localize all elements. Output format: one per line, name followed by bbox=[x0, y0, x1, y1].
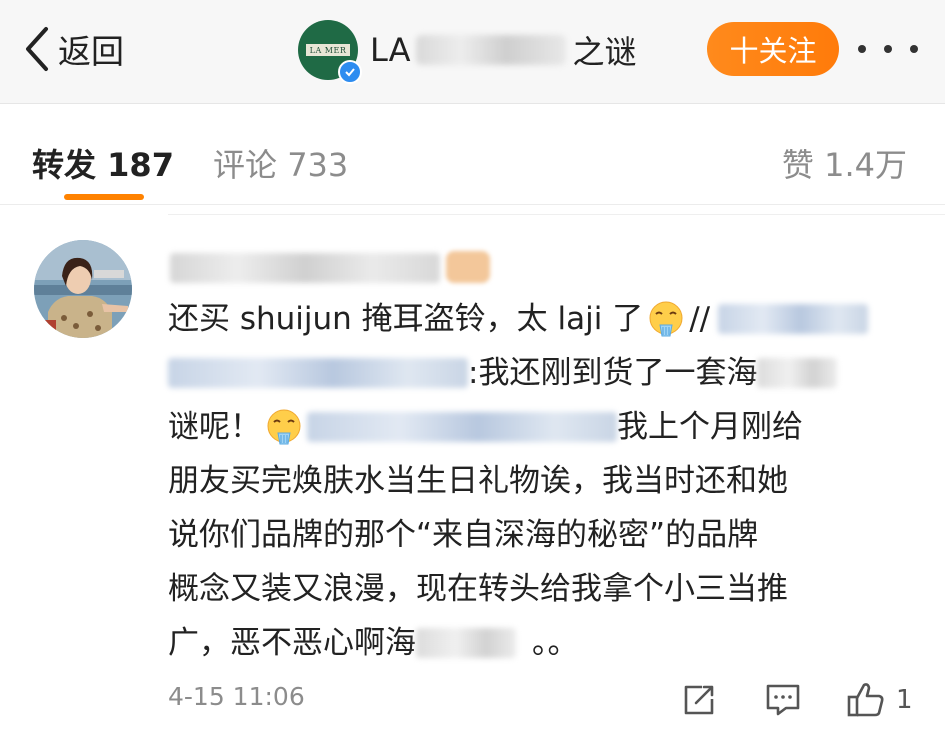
account-name-prefix: LA bbox=[370, 31, 411, 69]
comment-line-2: :我还刚到货了一套海 bbox=[468, 355, 758, 391]
thumbs-up-icon bbox=[847, 683, 884, 717]
top-navigation-bar: 返回 LA MER LA 之谜 十关注 bbox=[0, 0, 945, 104]
account-name-suffix: 之谜 bbox=[572, 33, 637, 71]
more-options-icon[interactable] bbox=[858, 32, 918, 66]
comment-line-3-start: 谜呢！ bbox=[168, 409, 261, 445]
active-tab-indicator bbox=[64, 194, 144, 200]
comment-timestamp: 4-15 11:06 bbox=[168, 682, 305, 711]
tab-comment-label: 评论 bbox=[213, 146, 278, 184]
repost-button[interactable] bbox=[682, 680, 718, 720]
like-button[interactable]: 1 bbox=[846, 680, 913, 720]
tab-repost-count: 187 bbox=[107, 146, 174, 184]
comment-icon bbox=[766, 684, 800, 716]
redacted-mention-blur[interactable] bbox=[718, 304, 869, 334]
brand-logo: LA MER bbox=[298, 20, 362, 84]
repost-separator: // bbox=[689, 301, 711, 337]
face-with-steam-emoji bbox=[265, 408, 303, 446]
redacted-name-blur bbox=[416, 35, 567, 65]
verified-badge-icon bbox=[338, 60, 362, 84]
account-name: LA 之谜 bbox=[370, 27, 636, 73]
redacted-text-blur bbox=[416, 628, 516, 658]
chevron-left-icon bbox=[26, 27, 48, 71]
tab-repost[interactable]: 转发 187 bbox=[32, 140, 174, 186]
comment-button[interactable] bbox=[764, 680, 802, 720]
redacted-username[interactable] bbox=[170, 253, 440, 283]
redacted-text-blur bbox=[757, 358, 838, 388]
like-count: 1 bbox=[896, 685, 913, 715]
tab-like-count: 1.4万 bbox=[824, 146, 907, 184]
tab-comment[interactable]: 评论 733 bbox=[213, 140, 348, 186]
redacted-mention-blur[interactable] bbox=[307, 412, 617, 442]
logo-text: LA MER bbox=[306, 44, 350, 56]
comment-line-5: 说你们品牌的那个“来自深海的秘密”的品牌 bbox=[168, 517, 759, 553]
back-button[interactable]: 返回 bbox=[24, 24, 124, 74]
tab-like[interactable]: 赞 1.4万 bbox=[782, 140, 907, 186]
repost-comment-text: 还买 shuijun 掩耳盗铃，太 laji 了 // :我还刚到货了一套海 谜… bbox=[168, 292, 918, 670]
comment-line-7-start: 广，恶不恶心啊海 bbox=[168, 625, 416, 661]
divider bbox=[168, 214, 945, 215]
face-with-steam-emoji bbox=[647, 300, 685, 338]
user-badge-blur bbox=[446, 251, 490, 283]
tab-comment-count: 733 bbox=[287, 146, 349, 184]
comment-line-4: 朋友买完焕肤水当生日礼物诶，我当时还和她 bbox=[168, 463, 788, 499]
avatar[interactable] bbox=[34, 240, 132, 338]
comment-line-6: 概念又装又浪漫，现在转头给我拿个小三当推 bbox=[168, 571, 788, 607]
follow-button[interactable]: 十关注 bbox=[707, 22, 839, 76]
tab-like-label: 赞 bbox=[781, 146, 814, 184]
tab-bar: 转发 187 评论 733 赞 1.4万 bbox=[0, 104, 945, 205]
repost-icon bbox=[684, 685, 714, 715]
redacted-mention-blur[interactable] bbox=[168, 358, 468, 388]
account-header[interactable]: LA MER LA 之谜 bbox=[298, 20, 636, 84]
back-label: 返回 bbox=[58, 32, 124, 71]
comment-line-3-end: 我上个月刚给 bbox=[617, 409, 803, 445]
comment-line-1: 还买 shuijun 掩耳盗铃，太 laji 了 bbox=[168, 301, 644, 337]
tab-repost-label: 转发 bbox=[32, 146, 97, 184]
comment-line-7-end: 。。 bbox=[532, 625, 579, 661]
